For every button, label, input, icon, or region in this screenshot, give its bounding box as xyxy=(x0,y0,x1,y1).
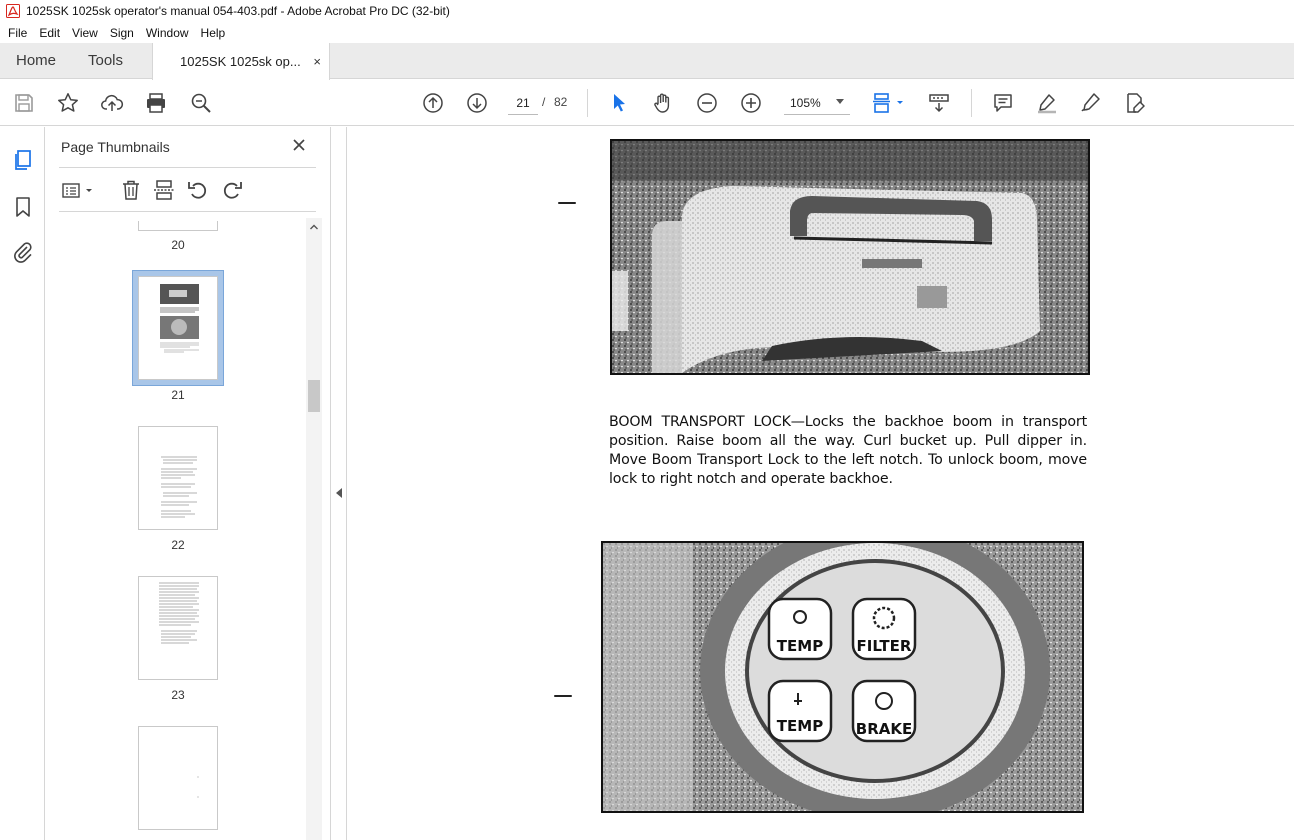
toolbar-divider xyxy=(971,89,972,117)
document-view[interactable]: BOOM TRANSPORT LOCK—Locks the backhoe bo… xyxy=(348,127,1294,840)
thumbnail-page-23[interactable] xyxy=(138,576,218,680)
panel-title: Page Thumbnails xyxy=(61,139,170,155)
page-separator: / xyxy=(542,95,546,109)
fit-page-icon[interactable] xyxy=(871,91,907,115)
close-panel-icon[interactable] xyxy=(291,137,307,153)
menu-window[interactable]: Window xyxy=(140,26,195,40)
panel-divider xyxy=(59,211,316,212)
page-thumbnails-panel: Page Thumbnails 20 21 22 23 xyxy=(45,127,330,840)
save-icon[interactable] xyxy=(12,91,36,115)
upload-icon[interactable] xyxy=(100,91,124,115)
page-thumbnails-icon[interactable] xyxy=(11,148,35,172)
thumbnail-list: 20 21 22 23 xyxy=(59,221,323,840)
zoom-in-icon[interactable] xyxy=(739,91,763,115)
acrobat-icon xyxy=(6,4,20,18)
brake-light-label: BRAKE xyxy=(856,720,912,738)
thumbnail-page-22[interactable] xyxy=(138,426,218,530)
menu-edit[interactable]: Edit xyxy=(33,26,66,40)
select-cursor-icon[interactable] xyxy=(607,91,631,115)
boom-lock-photo xyxy=(610,139,1090,375)
title-bar: 1025SK 1025sk operator's manual 054-403.… xyxy=(0,0,1294,22)
fill-sign-icon[interactable] xyxy=(1123,91,1147,115)
previous-page-icon[interactable] xyxy=(421,91,445,115)
close-tab-icon[interactable]: × xyxy=(313,54,321,69)
filter-light-label: FILTER xyxy=(857,637,912,655)
hand-tool-icon[interactable] xyxy=(651,91,675,115)
indicator-lights-photo: TEMP FILTER TEMP BRAKE xyxy=(601,541,1084,813)
options-menu-icon[interactable] xyxy=(60,178,96,202)
next-page-icon[interactable] xyxy=(465,91,489,115)
delete-icon[interactable] xyxy=(119,178,143,202)
tab-document[interactable]: 1025SK 1025sk op... × xyxy=(152,43,330,80)
thumbnail-page-24[interactable] xyxy=(138,726,218,830)
print-icon[interactable] xyxy=(144,91,168,115)
temp-light-label-2: TEMP xyxy=(777,717,823,735)
zoom-search-icon[interactable] xyxy=(189,91,213,115)
draw-pen-icon[interactable] xyxy=(1079,91,1103,115)
highlight-pen-icon[interactable] xyxy=(1035,91,1059,115)
thumbnail-label: 21 xyxy=(171,388,185,402)
boom-transport-lock-text: BOOM TRANSPORT LOCK—Locks the backhoe bo… xyxy=(609,414,1087,487)
panel-divider xyxy=(59,167,316,168)
thumbnail-label: 23 xyxy=(171,688,185,702)
toolbar-divider xyxy=(587,89,588,117)
rotate-ccw-icon[interactable] xyxy=(186,178,210,202)
thumbnail-label: 20 xyxy=(171,238,185,252)
scan-mark xyxy=(554,695,572,697)
document-tab-label: 1025SK 1025sk op... xyxy=(180,54,301,69)
menu-sign[interactable]: Sign xyxy=(104,26,140,40)
thumbnail-page-21[interactable] xyxy=(138,276,218,380)
temp-light-label: TEMP xyxy=(777,637,823,655)
thumbnail-page-20[interactable] xyxy=(138,221,218,231)
collapse-panel-icon[interactable] xyxy=(336,488,342,498)
menu-view[interactable]: View xyxy=(66,26,104,40)
zoom-level-dropdown[interactable]: 105% xyxy=(784,91,850,115)
tab-tools[interactable]: Tools xyxy=(88,43,123,79)
menu-file[interactable]: File xyxy=(2,26,33,40)
zoom-out-icon[interactable] xyxy=(695,91,719,115)
tab-bar: Home Tools 1025SK 1025sk op... × xyxy=(0,43,1294,80)
window-title: 1025SK 1025sk operator's manual 054-403.… xyxy=(26,4,450,18)
scan-mark xyxy=(558,202,576,204)
thumbnail-label: 22 xyxy=(171,538,185,552)
rotate-cw-icon[interactable] xyxy=(220,178,244,202)
bookmark-icon[interactable] xyxy=(11,195,35,219)
tab-home[interactable]: Home xyxy=(16,43,56,79)
insert-page-icon[interactable] xyxy=(152,178,176,202)
chevron-down-icon xyxy=(836,99,844,104)
star-icon[interactable] xyxy=(56,91,80,115)
menu-help[interactable]: Help xyxy=(195,26,232,40)
scroll-mode-icon[interactable] xyxy=(927,91,951,115)
panel-splitter[interactable] xyxy=(330,127,347,840)
page-total: 82 xyxy=(554,95,568,109)
zoom-value: 105% xyxy=(790,96,821,110)
menu-bar: File Edit View Sign Window Help xyxy=(0,22,1294,43)
scrollbar-thumb[interactable] xyxy=(308,380,320,412)
left-nav-rail xyxy=(0,127,45,840)
attachment-icon[interactable] xyxy=(11,240,35,264)
main-toolbar: / 82 105% xyxy=(0,80,1294,126)
page-number-input[interactable] xyxy=(508,91,538,115)
thumbnail-scrollbar[interactable] xyxy=(306,218,322,840)
chevron-up-icon[interactable] xyxy=(309,222,319,232)
comment-icon[interactable] xyxy=(991,91,1015,115)
